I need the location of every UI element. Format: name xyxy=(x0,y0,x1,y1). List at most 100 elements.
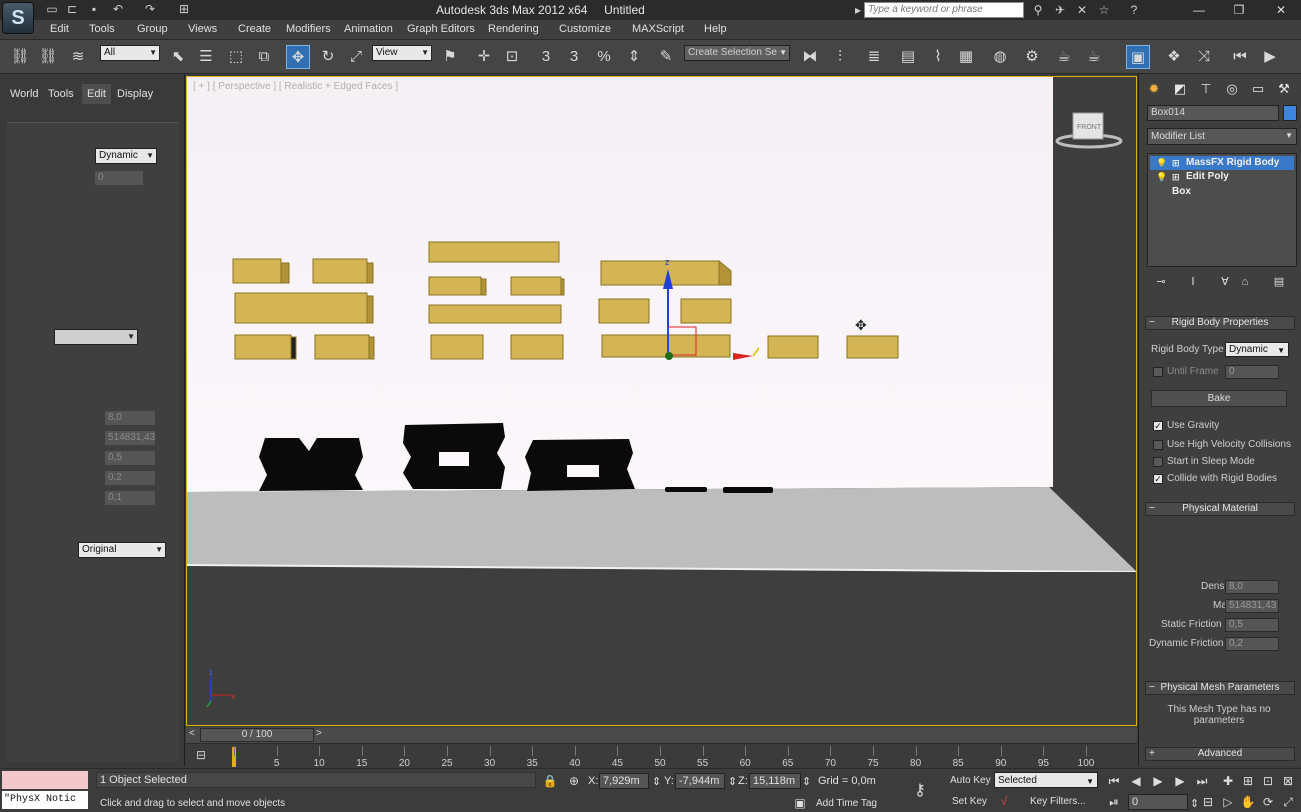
tab-edit[interactable]: Edit xyxy=(82,84,111,104)
goto-end-icon[interactable]: ⏭ xyxy=(1194,773,1210,789)
render-production-icon[interactable]: ☕ xyxy=(1082,45,1106,69)
rectangular-selection-icon[interactable]: ⬚ xyxy=(224,45,248,69)
open-file-icon[interactable]: ⊏ xyxy=(64,2,80,17)
angle-snap-icon[interactable]: 3 xyxy=(562,45,586,69)
simulation-reset-icon[interactable]: ⏮ xyxy=(1228,45,1252,69)
zoom-icon[interactable]: ✚ xyxy=(1220,773,1236,789)
menu-customize[interactable]: Customize xyxy=(559,23,611,35)
use-gravity-checkbox[interactable]: ✓ xyxy=(1153,421,1163,431)
high-velocity-checkbox[interactable] xyxy=(1153,440,1163,450)
zoom-extents-all-icon[interactable]: ⊠ xyxy=(1280,773,1296,789)
render-frame-icon[interactable]: ☕ xyxy=(1052,45,1076,69)
maxscript-listener[interactable] xyxy=(2,771,88,789)
snap-toggle-icon[interactable]: 3 xyxy=(534,45,558,69)
select-by-name-icon[interactable]: ☰ xyxy=(194,45,218,69)
key-filter-dropdown[interactable]: Selected ▼ xyxy=(994,772,1098,788)
mass-field[interactable]: 514831,43 xyxy=(105,431,155,445)
object-name-field[interactable]: Box014 xyxy=(1147,105,1279,121)
menu-group[interactable]: Group xyxy=(137,23,168,35)
stack-item-massfx[interactable]: 💡 ⊞ MassFX Rigid Body xyxy=(1150,156,1294,170)
modify-tab-icon[interactable]: ◩ xyxy=(1171,80,1189,98)
select-manipulate-icon[interactable]: ✛ xyxy=(472,45,496,69)
percent-snap-icon[interactable]: % xyxy=(592,45,616,69)
keyboard-shortcut-icon[interactable]: ⊡ xyxy=(500,45,524,69)
menu-maxscript[interactable]: MAXScript xyxy=(632,23,684,35)
make-unique-icon[interactable]: ∀ xyxy=(1217,274,1233,290)
tab-world[interactable]: World xyxy=(5,84,44,104)
dynamic-friction-field[interactable]: 0,2 xyxy=(1225,637,1279,651)
track-bar[interactable]: ⊟ 5 10 15 20 25 30 35 40 45 50 55 60 65 70 75 80 85 90 95 1… xyxy=(186,743,1137,769)
field-of-view-icon[interactable]: ▷ xyxy=(1220,794,1236,810)
pivot-center-icon[interactable]: ⚑ xyxy=(438,45,462,69)
link-icon[interactable]: ⛓ xyxy=(8,45,32,69)
rigid-body-properties-rollout[interactable]: − Rigid Body Properties xyxy=(1145,316,1295,330)
save-icon[interactable]: ▪ xyxy=(86,2,102,17)
select-move-icon[interactable]: ✥ xyxy=(286,45,310,69)
utilities-tab-icon[interactable]: ⚒ xyxy=(1275,80,1293,98)
zoom-extents-icon[interactable]: ⊡ xyxy=(1260,773,1276,789)
pan-icon[interactable]: ✋ xyxy=(1240,794,1256,810)
massfx-toolbar-icon[interactable]: ▣ xyxy=(1126,45,1150,69)
maximize-icon[interactable]: ❐ xyxy=(1220,0,1258,20)
create-tab-icon[interactable]: ✹ xyxy=(1145,80,1163,98)
undo-icon[interactable]: ↶ xyxy=(110,2,126,17)
mirror-icon[interactable]: ⧓ xyxy=(798,45,822,69)
maxscript-output[interactable]: "PhysX Notic xyxy=(2,791,88,809)
play-icon[interactable]: ▶ xyxy=(1150,773,1166,789)
stack-item-box[interactable]: Box xyxy=(1150,185,1294,199)
z-coordinate-field[interactable]: 15,118m xyxy=(749,773,801,789)
bind-space-warp-icon[interactable]: ≋ xyxy=(66,45,90,69)
edit-named-selection-icon[interactable]: ✎ xyxy=(654,45,678,69)
project-icon[interactable]: ⊞ xyxy=(176,2,192,17)
graphite-ribbon-icon[interactable]: ▤ xyxy=(896,45,920,69)
rigid-body-icon[interactable]: ❖ xyxy=(1162,45,1186,69)
satellite-icon[interactable]: ✈ xyxy=(1052,2,1068,18)
lightbulb-icon[interactable]: 💡 xyxy=(1156,170,1167,184)
named-selection-dropdown[interactable]: Create Selection Se ▼ xyxy=(684,45,790,61)
remove-modifier-icon[interactable]: ⌂ xyxy=(1237,274,1253,290)
next-frame-icon[interactable]: ▶ xyxy=(1172,773,1188,789)
set-key-curve-icon[interactable]: √ xyxy=(996,793,1012,809)
app-logo-icon[interactable]: S xyxy=(2,2,34,34)
time-next-icon[interactable]: > xyxy=(316,728,322,739)
bake-button[interactable]: Bake xyxy=(1151,390,1287,407)
menu-views[interactable]: Views xyxy=(188,23,217,35)
time-tag-icon[interactable]: ▣ xyxy=(792,795,808,811)
zoom-all-icon[interactable]: ⊞ xyxy=(1240,773,1256,789)
collide-checkbox[interactable]: ✓ xyxy=(1153,474,1163,484)
y-spinner-icon[interactable]: ⇕ xyxy=(652,775,661,788)
close-icon[interactable]: ✕ xyxy=(1262,0,1300,20)
dynamic-friction-field[interactable]: 0,2 xyxy=(105,471,155,485)
align-icon[interactable]: ⫶ xyxy=(828,45,852,69)
menu-animation[interactable]: Animation xyxy=(344,23,393,35)
key-filters-button[interactable]: Key Filters... xyxy=(1030,796,1086,807)
selection-filter-dropdown[interactable]: All ▼ xyxy=(100,45,160,61)
static-friction-field[interactable]: 0,5 xyxy=(105,451,155,465)
disabled-dropdown[interactable]: ▼ xyxy=(54,329,138,345)
tab-display[interactable]: Display xyxy=(112,84,158,104)
menu-graph-editors[interactable]: Graph Editors xyxy=(407,23,475,35)
menu-modifiers[interactable]: Modifiers xyxy=(286,23,331,35)
y-coordinate-field[interactable]: -7,944m xyxy=(675,773,725,789)
constraint-icon[interactable]: ⤨ xyxy=(1192,45,1216,69)
goto-start-icon[interactable]: ⏮ xyxy=(1106,773,1122,789)
window-crossing-icon[interactable]: ⧉ xyxy=(252,45,276,69)
advanced-rollout[interactable]: + Advanced xyxy=(1145,747,1295,761)
maximize-viewport-icon[interactable]: ⤢ xyxy=(1280,794,1296,810)
mesh-type-dropdown[interactable]: Original ▼ xyxy=(78,542,166,558)
menu-tools[interactable]: Tools xyxy=(89,23,115,35)
configure-sets-icon[interactable]: ▤ xyxy=(1271,274,1287,290)
curve-editor-icon[interactable]: ⌇ xyxy=(926,45,950,69)
add-time-tag[interactable]: Add Time Tag xyxy=(816,798,877,809)
frame-spinner-icon[interactable]: ⇕ xyxy=(1190,797,1199,810)
x-coordinate-field[interactable]: 7,929m xyxy=(599,773,649,789)
simulation-play-icon[interactable]: ▶ xyxy=(1258,45,1282,69)
bounciness-field[interactable]: 0,1 xyxy=(105,491,155,505)
mass-field[interactable]: 514831,43 xyxy=(1225,599,1279,613)
until-frame-checkbox[interactable] xyxy=(1153,367,1163,377)
motion-tab-icon[interactable]: ◎ xyxy=(1223,80,1241,98)
viewport-label[interactable]: [ + ] [ Perspective ] [ Realistic + Edge… xyxy=(193,81,398,92)
wrench-icon[interactable]: ✕ xyxy=(1074,2,1090,18)
z-spin-icon[interactable]: ⇕ xyxy=(802,775,811,788)
time-config-icon[interactable]: ⊟ xyxy=(1200,794,1216,810)
